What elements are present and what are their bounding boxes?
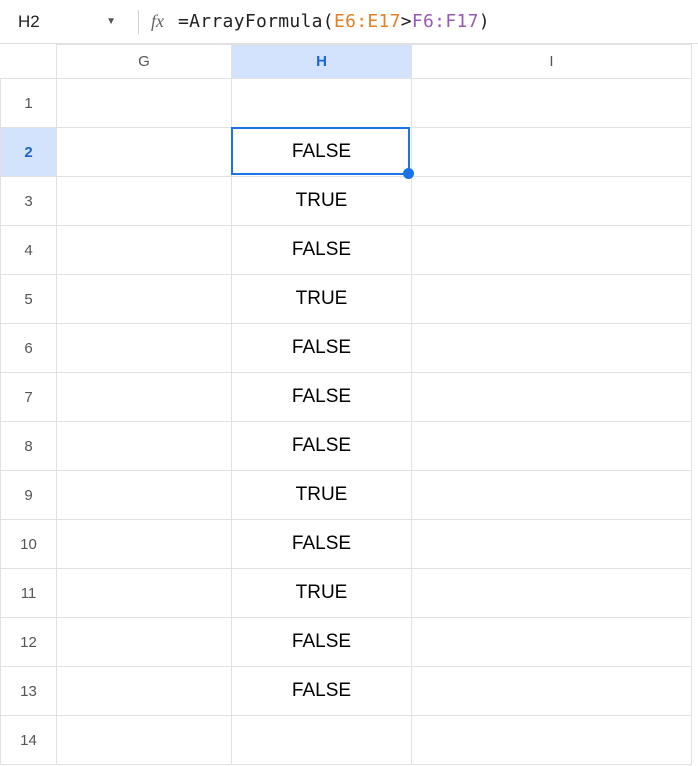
cell-G3[interactable] <box>57 177 232 226</box>
cell-I14[interactable] <box>412 716 692 765</box>
cell-H11[interactable]: TRUE <box>232 569 412 618</box>
formula-operator: > <box>401 11 412 32</box>
row-header-6[interactable]: 6 <box>1 324 57 373</box>
formula-equals: = <box>178 11 189 32</box>
cell-G12[interactable] <box>57 618 232 667</box>
column-header-h[interactable]: H <box>232 45 412 79</box>
row-header-7[interactable]: 7 <box>1 373 57 422</box>
column-header-g[interactable]: G <box>57 45 232 79</box>
cell-G8[interactable] <box>57 422 232 471</box>
cell-G1[interactable] <box>57 79 232 128</box>
formula-paren-close: ) <box>479 11 490 32</box>
cell-I12[interactable] <box>412 618 692 667</box>
row-header-5[interactable]: 5 <box>1 275 57 324</box>
cell-G10[interactable] <box>57 520 232 569</box>
row-header-12[interactable]: 12 <box>1 618 57 667</box>
chevron-down-icon[interactable]: ▼ <box>106 16 116 27</box>
cell-reference-text: H2 <box>18 12 40 32</box>
row-header-13[interactable]: 13 <box>1 667 57 716</box>
cell-H6[interactable]: FALSE <box>232 324 412 373</box>
cell-I1[interactable] <box>412 79 692 128</box>
cell-I2[interactable] <box>412 128 692 177</box>
cell-H8[interactable]: FALSE <box>232 422 412 471</box>
cell-G14[interactable] <box>57 716 232 765</box>
formula-range2: F6:F17 <box>412 11 479 32</box>
cell-G6[interactable] <box>57 324 232 373</box>
cell-H12[interactable]: FALSE <box>232 618 412 667</box>
cell-I8[interactable] <box>412 422 692 471</box>
cell-H9[interactable]: TRUE <box>232 471 412 520</box>
row-header-9[interactable]: 9 <box>1 471 57 520</box>
formula-function: ArrayFormula <box>189 11 323 32</box>
fx-icon[interactable]: fx <box>151 11 164 32</box>
formula-bar: H2 ▼ fx =ArrayFormula(E6:E17>F6:F17) <box>0 0 698 44</box>
cell-H14[interactable] <box>232 716 412 765</box>
separator <box>138 10 139 34</box>
row-header-14[interactable]: 14 <box>1 716 57 765</box>
cell-G13[interactable] <box>57 667 232 716</box>
cell-H10[interactable]: FALSE <box>232 520 412 569</box>
cell-reference-box[interactable]: H2 ▼ <box>6 7 126 37</box>
cell-I11[interactable] <box>412 569 692 618</box>
cell-G5[interactable] <box>57 275 232 324</box>
select-all-corner[interactable] <box>1 45 57 79</box>
formula-input[interactable]: =ArrayFormula(E6:E17>F6:F17) <box>178 11 490 32</box>
row-header-3[interactable]: 3 <box>1 177 57 226</box>
column-header-i[interactable]: I <box>412 45 692 79</box>
cell-H5[interactable]: TRUE <box>232 275 412 324</box>
cell-G4[interactable] <box>57 226 232 275</box>
cell-G9[interactable] <box>57 471 232 520</box>
row-header-4[interactable]: 4 <box>1 226 57 275</box>
formula-paren-open: ( <box>323 11 334 32</box>
cell-I10[interactable] <box>412 520 692 569</box>
cell-H7[interactable]: FALSE <box>232 373 412 422</box>
cell-G11[interactable] <box>57 569 232 618</box>
cell-G7[interactable] <box>57 373 232 422</box>
cell-I7[interactable] <box>412 373 692 422</box>
cell-I5[interactable] <box>412 275 692 324</box>
cell-H4[interactable]: FALSE <box>232 226 412 275</box>
row-header-11[interactable]: 11 <box>1 569 57 618</box>
row-header-10[interactable]: 10 <box>1 520 57 569</box>
formula-range1: E6:E17 <box>334 11 401 32</box>
cell-I13[interactable] <box>412 667 692 716</box>
row-header-2[interactable]: 2 <box>1 128 57 177</box>
cell-I3[interactable] <box>412 177 692 226</box>
cell-G2[interactable] <box>57 128 232 177</box>
row-header-1[interactable]: 1 <box>1 79 57 128</box>
cell-H3[interactable]: TRUE <box>232 177 412 226</box>
cell-I4[interactable] <box>412 226 692 275</box>
cell-I9[interactable] <box>412 471 692 520</box>
cell-I6[interactable] <box>412 324 692 373</box>
spreadsheet-grid[interactable]: G H I 12 FALSE 3 TRUE 4 FALSE 5 TRUE 6 FALSE 7 FALS… <box>0 44 698 765</box>
cell-H13[interactable]: FALSE <box>232 667 412 716</box>
cell-H2[interactable]: FALSE <box>232 128 412 177</box>
cell-H1[interactable] <box>232 79 412 128</box>
row-header-8[interactable]: 8 <box>1 422 57 471</box>
